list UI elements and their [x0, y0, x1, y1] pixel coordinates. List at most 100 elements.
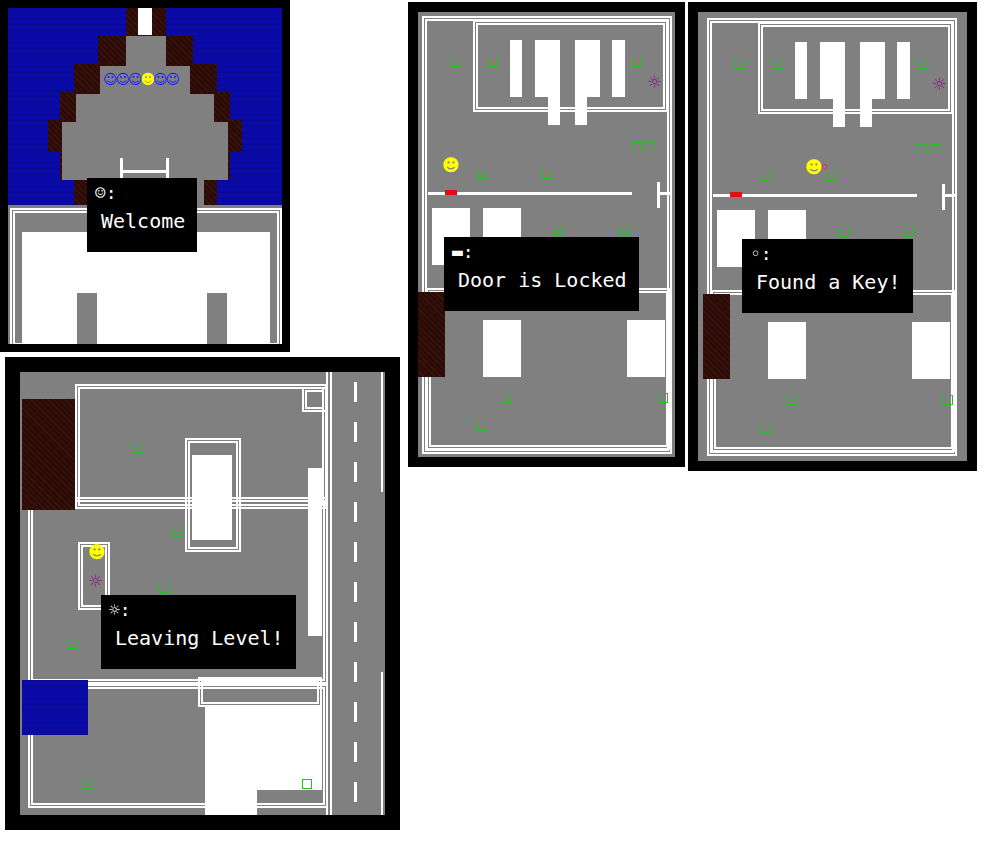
furniture [768, 210, 806, 242]
furniture [795, 42, 807, 99]
floor [62, 122, 228, 152]
wall-line [657, 182, 660, 208]
wall-line [166, 158, 169, 180]
dialog-speaker: ☺: [95, 182, 185, 204]
floor [62, 152, 228, 180]
dialog-box: ▬:Door is Locked [444, 237, 639, 311]
marker [476, 169, 486, 179]
marker [930, 144, 940, 154]
floor [77, 293, 97, 344]
marker [645, 142, 655, 152]
dialog-message: Leaving Level! [109, 625, 284, 651]
party-member[interactable]: ☻ [141, 72, 154, 86]
party-member[interactable]: ☺ [128, 72, 141, 86]
wall-line [330, 372, 332, 815]
furniture [627, 320, 665, 377]
marker [133, 443, 143, 453]
player[interactable]: ☻ [88, 544, 106, 561]
marker [761, 171, 771, 181]
marker [554, 225, 564, 235]
wall [473, 20, 668, 112]
furniture [575, 40, 600, 97]
house-level-panel: ☼☻◦◦:Found a Key! [688, 2, 977, 471]
marker [476, 421, 486, 431]
party-member[interactable]: ☺ [166, 72, 179, 86]
furniture [308, 468, 322, 636]
arena-level-panel: ☺☺☺☻☺☺☺:Welcome [0, 0, 290, 352]
marker [773, 59, 783, 69]
wall-line [354, 582, 357, 602]
furniture [897, 42, 910, 99]
furniture [205, 707, 322, 790]
wall [198, 677, 322, 707]
wall-line [942, 184, 945, 210]
marker [735, 59, 745, 69]
marker [632, 142, 642, 152]
floor [126, 36, 166, 68]
floor [207, 293, 227, 344]
rubble [418, 292, 445, 377]
dialog-speaker: ▬: [452, 241, 627, 263]
game-map: ☼ ☻ ▬:Door is Locked [418, 12, 675, 457]
street-level-panel: ☼ ☻ ☼:Leaving Level! [5, 357, 400, 830]
wall-line [381, 372, 383, 492]
dialog-speaker: ◦: [750, 243, 901, 265]
floor [76, 94, 214, 124]
wall-line [381, 672, 383, 815]
exit[interactable]: ☼ [647, 74, 662, 91]
marker [619, 225, 629, 235]
marker [82, 779, 92, 789]
marker [943, 395, 953, 405]
party-member[interactable]: ☺ [153, 72, 166, 86]
marker [904, 227, 914, 237]
marker [658, 393, 668, 403]
marker [302, 779, 312, 789]
furniture [483, 208, 521, 240]
water [22, 680, 88, 735]
dialog-box: ☺: Welcome [87, 178, 197, 252]
furniture [138, 8, 152, 35]
wall-line [354, 662, 357, 682]
game-map: ☼ ☻ ☼:Leaving Level! [20, 372, 385, 815]
wall-line [713, 194, 917, 197]
wall-line [354, 742, 357, 762]
dialog-box: ☼:Leaving Level! [101, 595, 296, 669]
party-member[interactable]: ☺ [116, 72, 129, 86]
wall-line [354, 462, 357, 482]
door [445, 190, 457, 195]
furniture [192, 455, 232, 540]
furniture [860, 99, 872, 127]
furniture [535, 40, 560, 97]
screenshot-collage: ☺☺☺☻☺☺☺:Welcome☼☻☼:Leaving Level!☼☻▬:Doo… [0, 0, 984, 860]
furniture [510, 40, 522, 97]
marker [761, 423, 771, 433]
marker [787, 395, 797, 405]
rubble [22, 399, 75, 510]
marker [488, 57, 498, 67]
marker [541, 169, 551, 179]
left-column: ☺☺☺☻☺☺☺:Welcome☼☻☼:Leaving Level! [0, 0, 400, 830]
wall [302, 387, 327, 412]
exit[interactable]: ☼ [88, 573, 103, 590]
furniture [860, 42, 885, 99]
wall-line [354, 622, 357, 642]
dialog-message: Welcome [95, 208, 185, 234]
wall-line [354, 502, 357, 522]
dialog-message: Found a Key! [750, 269, 901, 295]
marker [68, 639, 78, 649]
wall-line [428, 192, 632, 195]
player[interactable]: ☻ [442, 157, 460, 174]
furniture [205, 790, 257, 815]
wall-line [354, 382, 357, 402]
key[interactable]: ◦ [820, 159, 830, 176]
wall [758, 22, 953, 114]
rubble [703, 294, 730, 379]
marker [502, 393, 512, 403]
party-member[interactable]: ☺ [103, 72, 116, 86]
marker [172, 527, 182, 537]
exit[interactable]: ☼ [932, 76, 947, 93]
dialog-box: ◦: Found a Key! [742, 239, 913, 313]
wall-line [326, 372, 328, 815]
furniture [483, 320, 521, 377]
wall-line [123, 170, 167, 173]
